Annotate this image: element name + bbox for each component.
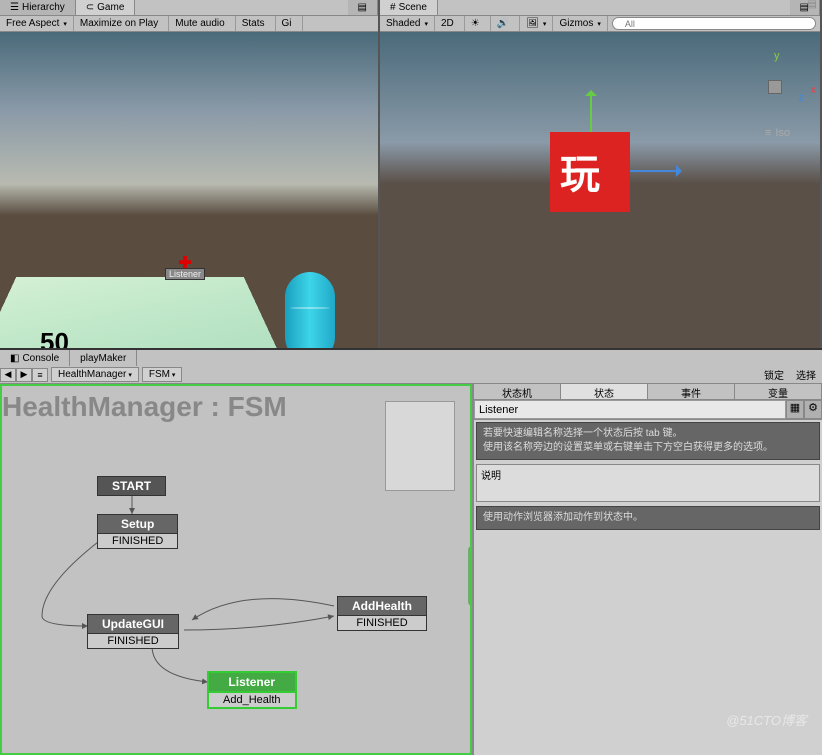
state-color-btn[interactable]: ▦ [786,400,804,419]
dd-manager[interactable]: HealthManager [51,367,139,382]
node-updategui-event[interactable]: FINISHED [87,634,179,649]
btn-lock[interactable]: 锁定 [758,366,790,383]
player-capsule [285,272,335,348]
search-input[interactable] [612,17,816,30]
tab-fsm[interactable]: 状态机 [474,384,561,399]
node-setup[interactable]: Setup FINISHED [97,514,178,549]
node-setup-label: Setup [97,514,178,534]
axis-y: y [774,50,780,62]
game-view[interactable]: ✚ Listener 50 [0,32,378,348]
tab-scene-label: Scene [399,2,427,13]
axis-z: z [799,92,805,104]
tab-scene[interactable]: # Scene [380,0,438,15]
btn-stats[interactable]: Stats [236,16,276,31]
state-settings-btn[interactable]: ⚙ [804,400,822,419]
node-addhealth-label: AddHealth [337,596,427,616]
node-addhealth-event[interactable]: FINISHED [337,616,427,631]
btn-2d[interactable]: 2D [435,16,465,31]
btn-gizmos-game[interactable]: Gi [276,16,303,31]
score-text: 50 [40,327,69,348]
btn-mute[interactable]: Mute audio [169,16,235,31]
hint-box: 若要快速编辑名称选择一个状态后按 tab 键。 使用该名称旁边的设置菜单或右键单… [476,422,820,460]
dd-gizmos[interactable]: Gizmos [553,16,607,31]
tab-game-label: Game [97,2,124,13]
tab-hierarchy[interactable]: ☰ Hierarchy [0,0,76,15]
tab-vars[interactable]: 变量 [735,384,822,399]
y-handle[interactable] [590,92,592,132]
nav-recent[interactable]: ≡ [32,368,48,382]
tab-state[interactable]: 状态 [561,384,648,399]
node-start[interactable]: START [97,476,166,496]
dd-aspect[interactable]: Free Aspect [0,16,74,31]
listener-label: Listener [165,268,205,280]
light-icon[interactable]: ☀ [465,16,491,31]
dd-shaded[interactable]: Shaded [380,16,435,31]
panel-menu-left[interactable]: ▤ [348,0,378,15]
tab-console-label: Console [22,353,59,364]
node-setup-event[interactable]: FINISHED [97,534,178,549]
tab-playmaker[interactable]: playMaker [70,350,137,366]
node-listener-label: Listener [207,671,297,693]
dd-fsm[interactable]: FSM [142,367,183,382]
selected-object[interactable]: 玩 [550,132,630,212]
iso-label[interactable]: Iso [765,127,790,139]
watermark: @51CTO博客 [726,710,807,729]
node-updategui-label: UpdateGUI [87,614,179,634]
canvas-title: HealthManager : FSM [2,391,287,423]
fx-icon[interactable]: 🖼 [520,16,553,31]
desc-field[interactable]: 说明 [476,464,820,502]
tab-console[interactable]: ◧ Console [0,350,70,366]
state-name-input[interactable] [474,400,786,419]
node-addhealth[interactable]: AddHealth FINISHED [337,596,427,631]
z-handle[interactable] [630,170,680,172]
tab-game[interactable]: ⊂ Game [76,0,136,15]
inspector-panel: 状态机 状态 事件 变量 ▦ ⚙ 若要快速编辑名称选择一个状态后按 tab 键。… [472,384,822,755]
listener-object: ✚ Listener [165,260,205,280]
btn-select[interactable]: 选择 [790,366,822,383]
node-listener-event[interactable]: Add_Health [207,693,297,709]
btn-maximize[interactable]: Maximize on Play [74,16,169,31]
canvas-scroll[interactable] [468,546,472,606]
audio-icon[interactable]: 🔊 [491,16,520,31]
scene-view[interactable]: y x z Iso 玩 [380,32,820,348]
node-listener[interactable]: Listener Add_Health [207,671,297,709]
nav-back[interactable]: ◀ [0,368,16,382]
action-hint: 使用动作浏览器添加动作到状态中。 [476,506,820,530]
mini-map[interactable] [385,401,455,491]
tab-events[interactable]: 事件 [648,384,735,399]
node-updategui[interactable]: UpdateGUI FINISHED [87,614,179,649]
tab-hierarchy-label: Hierarchy [22,2,65,13]
fsm-canvas[interactable]: HealthManager : FSM START Setup FINISHED… [0,384,472,755]
axis-x: x [811,84,817,96]
orientation-gizmo[interactable]: y x z [750,62,800,112]
nav-fwd[interactable]: ▶ [16,368,32,382]
tab-playmaker-label: playMaker [80,353,126,364]
node-start-label: START [97,476,166,496]
